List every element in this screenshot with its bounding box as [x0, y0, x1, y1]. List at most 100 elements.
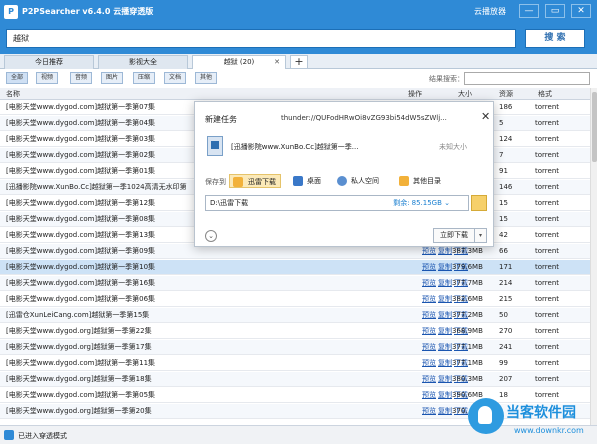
maximize-button[interactable]: ▭	[545, 4, 565, 18]
preview-link[interactable]: 预览	[422, 359, 436, 367]
copy-link[interactable]: 复制	[438, 327, 452, 335]
tab-search-result[interactable]: 越狱 (20) ✕	[192, 55, 286, 69]
filter-archive[interactable]: 压缩	[133, 72, 155, 84]
search-bar: 搜 索	[0, 24, 597, 54]
copy-link[interactable]: 复制	[438, 311, 452, 319]
preview-link[interactable]: 预览	[422, 407, 436, 415]
copy-link[interactable]: 复制	[438, 407, 452, 415]
video-file-icon	[207, 136, 223, 156]
copy-link[interactable]: 复制	[438, 359, 452, 367]
preview-link[interactable]: 预览	[422, 343, 436, 351]
download-options-arrow-icon[interactable]: ▾	[475, 228, 487, 243]
tab-close-icon[interactable]: ✕	[274, 56, 280, 69]
folder-icon	[233, 177, 243, 187]
preview-link[interactable]: 预览	[422, 279, 436, 287]
app-logo-icon: P	[4, 5, 18, 19]
table-row[interactable]: [电影天堂www.dygod.com]越狱第一季第11集 预览 复制 下载 377.1M…	[0, 356, 590, 371]
row-source: 91	[499, 167, 508, 175]
row-format: torrent	[535, 327, 559, 335]
row-name: [电影天堂www.dygod.com]越狱第一季第05集	[6, 391, 156, 399]
status-text: 已进入穿透模式	[18, 432, 67, 440]
tab-search-result-label: 越狱 (20)	[223, 58, 255, 66]
dialog-close-icon[interactable]: ✕	[481, 110, 490, 123]
row-name: [电影天堂www.dygod.org]越狱第一季第20集	[6, 407, 152, 415]
dialog-title: 新建任务	[205, 115, 237, 124]
row-source: 215	[499, 295, 513, 303]
row-source: 171	[499, 263, 513, 271]
row-format: torrent	[535, 375, 559, 383]
browse-folder-icon[interactable]	[471, 195, 487, 211]
row-name: [迅雷仓XunLeiCang.com]越狱第一季第15集	[6, 311, 150, 319]
filter-all[interactable]: 全部	[6, 72, 28, 84]
title-bar: P P2PSearcher v6.4.0 云播穿透版 云播放器 — ▭ ✕	[0, 0, 597, 24]
search-input[interactable]	[6, 29, 516, 48]
close-button[interactable]: ✕	[571, 4, 591, 18]
copy-link[interactable]: 复制	[438, 391, 452, 399]
penetration-mode-icon	[4, 430, 14, 440]
tab-today[interactable]: 今日推荐	[4, 55, 94, 69]
save-path-field[interactable]: D:\迅雷下载 剩余: 85.15GB ⌄	[205, 195, 469, 211]
row-size: 377.2MB	[452, 311, 483, 319]
copy-link[interactable]: 复制	[438, 247, 452, 255]
col-format[interactable]: 格式	[538, 89, 552, 99]
preview-link[interactable]: 预览	[422, 311, 436, 319]
filter-other[interactable]: 其他	[195, 72, 217, 84]
save-to-label: 保存到	[205, 178, 226, 186]
filter-document[interactable]: 文档	[164, 72, 186, 84]
location-private-space[interactable]: 私人空间	[337, 174, 379, 188]
row-source: 207	[499, 375, 513, 383]
preview-link[interactable]: 预览	[422, 391, 436, 399]
dialog-file-size: 未知大小	[439, 143, 467, 151]
location-label: 桌面	[307, 177, 321, 185]
copy-link[interactable]: 复制	[438, 279, 452, 287]
download-now-button[interactable]: 立即下载	[433, 228, 475, 243]
minimize-button[interactable]: —	[519, 4, 539, 18]
dialog-file-name[interactable]: [迅播影院www.XunBo.Cc]越狱第一季...	[231, 142, 411, 152]
row-name: [电影天堂www.dygod.org]越狱第一季第22集	[6, 327, 152, 335]
cloud-player-link[interactable]: 云播放器	[474, 6, 506, 17]
copy-link[interactable]: 复制	[438, 375, 452, 383]
filter-image[interactable]: 图片	[101, 72, 123, 84]
location-desktop[interactable]: 桌面	[293, 174, 321, 188]
app-title: P2PSearcher v6.4.0 云播穿透版	[22, 7, 154, 16]
preview-link[interactable]: 预览	[422, 327, 436, 335]
preview-link[interactable]: 预览	[422, 263, 436, 271]
row-source: 5	[499, 119, 504, 127]
copy-link[interactable]: 复制	[438, 343, 452, 351]
row-source: 42	[499, 231, 508, 239]
col-size[interactable]: 大小	[458, 89, 472, 99]
expand-options-icon[interactable]: ⌄	[205, 230, 217, 242]
scrollbar-thumb[interactable]	[592, 92, 597, 162]
free-space-value: 85.15GB	[411, 199, 442, 207]
row-format: torrent	[535, 343, 559, 351]
row-format: torrent	[535, 311, 559, 319]
location-other-dir[interactable]: 其他目录	[399, 174, 441, 188]
copy-link[interactable]: 复制	[438, 295, 452, 303]
copy-link[interactable]: 复制	[438, 263, 452, 271]
row-format: torrent	[535, 167, 559, 175]
vertical-scrollbar[interactable]	[590, 88, 597, 425]
table-row[interactable]: [迅雷仓XunLeiCang.com]越狱第一季第15集 预览 复制 下载 377.2M…	[0, 308, 590, 323]
table-row[interactable]: [电影天堂www.dygod.org]越狱第一季第22集 预览 复制 下载 368.9M…	[0, 324, 590, 339]
table-row[interactable]: [电影天堂www.dygod.com]越狱第一季第16集 预览 复制 下载 377.7M…	[0, 276, 590, 291]
preview-link[interactable]: 预览	[422, 375, 436, 383]
col-source[interactable]: 资源	[499, 89, 513, 99]
preview-link[interactable]: 预览	[422, 247, 436, 255]
table-row[interactable]: [电影天堂www.dygod.com]越狱第一季第06集 预览 复制 下载 382.6M…	[0, 292, 590, 307]
table-row[interactable]: [电影天堂www.dygod.org]越狱第一季第17集 预览 复制 下载 377.1M…	[0, 340, 590, 355]
table-row[interactable]: [电影天堂www.dygod.com]越狱第一季第10集 预览 复制 下载 379.6M…	[0, 260, 590, 275]
watermark-text: 当客软件园	[506, 405, 576, 421]
add-tab-button[interactable]: +	[290, 55, 308, 69]
dialog-url: thunder://QUFodHRwOi8vZG93bi54dW5sZWlj..…	[281, 114, 447, 122]
preview-link[interactable]: 预览	[422, 295, 436, 303]
row-format: torrent	[535, 231, 559, 239]
location-xunlei-download[interactable]: 迅雷下载	[229, 174, 281, 188]
col-name[interactable]: 名称	[6, 89, 20, 99]
filter-audio[interactable]: 音频	[70, 72, 92, 84]
tab-movies[interactable]: 影视大全	[98, 55, 188, 69]
search-button[interactable]: 搜 索	[525, 29, 585, 48]
table-row[interactable]: [电影天堂www.dygod.org]越狱第一季第18集 预览 复制 下载 380.3M…	[0, 372, 590, 387]
row-size: 382.6MB	[452, 295, 483, 303]
filter-video[interactable]: 视频	[36, 72, 58, 84]
result-search-input[interactable]	[464, 72, 590, 85]
